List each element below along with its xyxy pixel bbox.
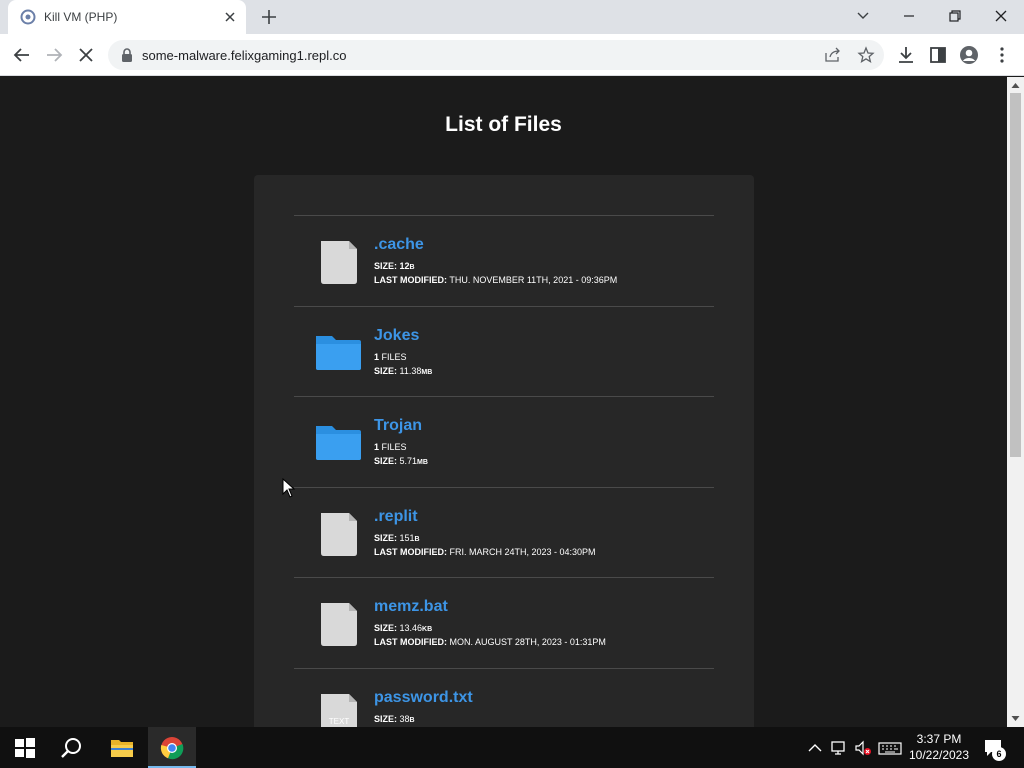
clock-time: 3:37 PM xyxy=(916,732,962,746)
folder-size: SIZE: 11.38MB xyxy=(374,365,433,376)
address-bar[interactable]: some-malware.felixgaming1.repl.co xyxy=(108,40,884,70)
restore-icon[interactable] xyxy=(943,5,967,27)
volume-muted-icon[interactable] xyxy=(854,739,872,757)
file-explorer-button[interactable] xyxy=(98,727,146,768)
folder-icon xyxy=(316,426,361,460)
mouse-cursor-icon xyxy=(282,478,296,498)
search-icon xyxy=(61,738,81,758)
tab-search-chevron-icon[interactable] xyxy=(851,5,875,27)
stop-loading-icon[interactable] xyxy=(75,44,97,66)
file-row[interactable]: TEXT password.txt SIZE: 38B xyxy=(294,667,714,727)
file-size: SIZE: 12B xyxy=(374,261,415,271)
forward-arrow-icon[interactable] xyxy=(43,44,65,66)
text-file-label: TEXT xyxy=(329,717,350,726)
file-name-link[interactable]: .replit xyxy=(374,508,418,526)
browser-toolbar: some-malware.felixgaming1.repl.co xyxy=(0,34,1024,76)
file-row[interactable]: .cache SIZE: 12B LAST MODIFIED: THU. NOV… xyxy=(294,215,714,306)
folder-file-count: 1 FILES xyxy=(374,442,407,452)
file-last-modified: LAST MODIFIED: MON. AUGUST 28TH, 2023 - … xyxy=(374,637,606,647)
url-text[interactable]: some-malware.felixgaming1.repl.co xyxy=(142,48,346,63)
file-explorer-icon xyxy=(111,740,133,757)
folder-size: SIZE: 5.71MB xyxy=(374,456,428,466)
folder-file-count: 1 FILES xyxy=(374,351,407,362)
file-icon xyxy=(321,241,357,284)
folder-row[interactable]: Trojan 1 FILES SIZE: 5.71MB xyxy=(294,396,714,487)
file-size: SIZE: 38B xyxy=(374,713,415,724)
file-size: SIZE: 13.46KB xyxy=(374,623,433,633)
windows-taskbar: 3:37 PM 10/22/2023 6 xyxy=(0,727,1024,768)
file-list-panel: .cache SIZE: 12B LAST MODIFIED: THU. NOV… xyxy=(254,175,754,727)
file-row[interactable]: .replit SIZE: 151B LAST MODIFIED: FRI. M… xyxy=(294,486,714,578)
page-scrollbar[interactable] xyxy=(1007,77,1024,727)
browser-tab[interactable]: Kill VM (PHP) xyxy=(8,0,246,34)
folder-name-link[interactable]: Trojan xyxy=(374,417,422,435)
close-window-icon[interactable] xyxy=(989,5,1013,27)
bookmark-star-icon[interactable] xyxy=(857,46,875,64)
file-icon xyxy=(321,603,357,646)
folder-row[interactable]: Jokes 1 FILES SIZE: 11.38MB xyxy=(294,305,714,397)
network-icon[interactable] xyxy=(830,739,848,757)
new-tab-icon[interactable] xyxy=(259,7,279,27)
minimize-icon[interactable] xyxy=(897,5,921,27)
profile-avatar-icon[interactable] xyxy=(958,44,980,66)
scroll-up-arrow-icon[interactable] xyxy=(1011,81,1020,90)
file-icon xyxy=(321,512,357,556)
scrollbar-thumb[interactable] xyxy=(1010,93,1021,457)
page-viewport: List of Files .cache SIZE: 12B LAST MODI… xyxy=(0,77,1007,727)
file-name-link[interactable]: memz.bat xyxy=(374,598,448,616)
search-button[interactable] xyxy=(48,727,96,768)
file-name-link[interactable]: password.txt xyxy=(374,689,473,707)
download-icon[interactable] xyxy=(895,44,917,66)
chrome-taskbar-button[interactable] xyxy=(148,727,196,768)
windows-logo-icon xyxy=(15,738,35,758)
start-button[interactable] xyxy=(0,727,48,768)
taskbar-clock[interactable]: 3:37 PM 10/22/2023 xyxy=(900,731,978,763)
notification-count-badge: 6 xyxy=(992,747,1006,761)
tab-title: Kill VM (PHP) xyxy=(44,10,118,24)
scroll-down-arrow-icon[interactable] xyxy=(1011,714,1020,723)
text-file-icon: TEXT xyxy=(321,693,357,727)
share-icon[interactable] xyxy=(824,47,842,63)
show-hidden-icons-chevron-icon[interactable] xyxy=(806,739,824,757)
tab-strip: Kill VM (PHP) xyxy=(0,0,1024,34)
back-arrow-icon[interactable] xyxy=(11,44,33,66)
lock-icon[interactable] xyxy=(120,47,134,63)
close-tab-icon[interactable] xyxy=(222,9,238,25)
file-last-modified: LAST MODIFIED: THU. NOVEMBER 11TH, 2021 … xyxy=(374,275,618,285)
file-last-modified: LAST MODIFIED: FRI. MARCH 24TH, 2023 - 0… xyxy=(374,546,596,557)
file-row[interactable]: memz.bat SIZE: 13.46KB LAST MODIFIED: MO… xyxy=(294,577,714,668)
clock-date: 10/22/2023 xyxy=(908,748,970,762)
file-name-link[interactable]: .cache xyxy=(374,236,424,254)
replit-favicon-icon xyxy=(20,9,36,25)
folder-icon xyxy=(316,335,361,370)
side-panel-icon[interactable] xyxy=(927,44,949,66)
chrome-menu-icon[interactable] xyxy=(991,44,1013,66)
folder-name-link[interactable]: Jokes xyxy=(374,327,419,345)
page-title: List of Files xyxy=(445,113,562,136)
file-size: SIZE: 151B xyxy=(374,532,420,543)
keyboard-icon[interactable] xyxy=(878,739,902,757)
file-list: .cache SIZE: 12B LAST MODIFIED: THU. NOV… xyxy=(294,215,714,727)
chrome-icon xyxy=(160,737,184,760)
